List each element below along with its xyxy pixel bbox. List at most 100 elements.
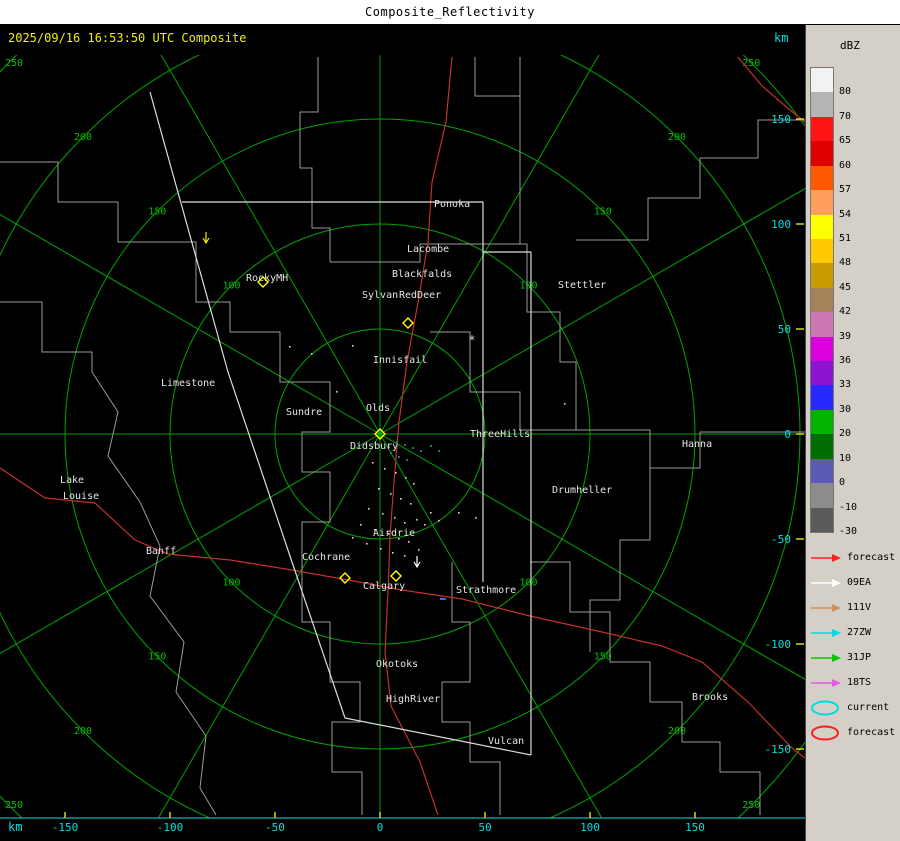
- dbz-band-42: [811, 287, 833, 313]
- echo-dot-20: [416, 519, 418, 521]
- echo-dim-dot-8: [430, 445, 432, 447]
- dbz-band--10: [811, 483, 833, 508]
- echo-dim-dot-5: [398, 456, 400, 458]
- dbz-band-label-60: 60: [839, 159, 852, 171]
- dbz-band-label-65: 65: [839, 135, 852, 147]
- boundary-line-10: [91, 371, 217, 816]
- ring-label-100: 100: [222, 577, 240, 588]
- arrow-head: [832, 578, 841, 587]
- dbz-band-57: [811, 165, 833, 191]
- ring-label-250: 250: [5, 58, 23, 69]
- km-unit-bottom-left: km: [8, 820, 22, 834]
- boundary-line-14: [530, 561, 761, 815]
- echo-dot-13: [390, 493, 392, 495]
- city-label-innisfail: Innisfail: [373, 355, 427, 366]
- ring-label-200: 200: [74, 132, 92, 143]
- echo-dim-dot-6: [406, 459, 408, 461]
- bottom-axis-label-100: 100: [580, 821, 600, 834]
- city-label-lake: Lake: [60, 475, 84, 486]
- ring-label-200: 200: [74, 726, 92, 737]
- ring-label-100: 100: [519, 281, 537, 292]
- legend-track-label: 31JP: [847, 652, 872, 663]
- ellipse-outline: [811, 700, 839, 715]
- legend-track-label: 09EA: [847, 577, 872, 588]
- track-arrow-icon: [811, 603, 841, 612]
- arrow-head: [832, 653, 841, 662]
- legend-ellipse-current: current: [809, 695, 900, 720]
- title-bar: Composite_Reflectivity: [0, 0, 900, 25]
- track-arrow-icon: [811, 578, 841, 587]
- dbz-band-label--10: -10: [839, 501, 858, 513]
- scale-unit-label: dBZ: [840, 39, 860, 52]
- azimuth-spoke-240: [0, 433, 381, 654]
- coverage-outline-0: [149, 91, 346, 719]
- echo-dim-dot-2: [412, 447, 414, 449]
- city-label-lacombe: Lacombe: [407, 244, 449, 255]
- echo-dot-27: [352, 537, 354, 539]
- timestamp-label: 2025/09/16 16:53:50 UTC Composite: [8, 31, 247, 45]
- city-label-louise: Louise: [63, 491, 99, 502]
- echo-dot-34: [438, 520, 440, 522]
- azimuth-spoke-30: [379, 55, 600, 435]
- dbz-band-0: [811, 458, 833, 484]
- ring-label-250: 250: [742, 58, 760, 69]
- echo-dot-10: [405, 477, 407, 479]
- city-label-stettler: Stettler: [558, 280, 606, 291]
- ring-label-100: 100: [222, 281, 240, 292]
- km-unit-top-right: km: [774, 31, 789, 45]
- echo-dot-4: [564, 403, 566, 405]
- bottom-axis-label--100: -100: [157, 821, 184, 834]
- ring-label-150: 150: [148, 206, 166, 217]
- city-label-brooks: Brooks: [692, 692, 728, 703]
- radar-site-marker-1: [402, 317, 414, 329]
- dbz-band-label-20: 20: [839, 428, 852, 440]
- dbz-band-label-48: 48: [839, 257, 852, 269]
- track-arrow-icon: [811, 628, 841, 637]
- dbz-band-48: [811, 238, 833, 264]
- ring-label-250: 250: [5, 800, 23, 811]
- echo-dot-19: [404, 522, 406, 524]
- city-label-airdrie: Airdrie: [373, 528, 415, 539]
- dbz-band-label-33: 33: [839, 379, 852, 391]
- echo-dot-7: [372, 462, 374, 464]
- legend-track-27zw: 27ZW: [809, 620, 900, 645]
- dbz-band-label-80: 80: [839, 86, 852, 98]
- dbz-band-label-70: 70: [839, 110, 852, 122]
- right-axis-label--50: -50: [771, 533, 791, 546]
- city-label-hanna: Hanna: [682, 439, 712, 450]
- ring-label-150: 150: [148, 652, 166, 663]
- echo-star-0: *: [468, 333, 475, 347]
- legend-track-18ts: 18TS: [809, 670, 900, 695]
- bottom-axis-label--150: -150: [52, 821, 79, 834]
- echo-dot-14: [400, 498, 402, 500]
- ring-label-150: 150: [594, 206, 612, 217]
- city-label-limestone: Limestone: [161, 378, 215, 389]
- arrow-head: [832, 628, 841, 637]
- dbz-band-60: [811, 141, 833, 166]
- city-label-threehills: ThreeHills: [470, 429, 530, 440]
- dbz-band--30: [811, 507, 833, 532]
- azimuth-spoke-210: [157, 433, 381, 818]
- right-axis-label--150: -150: [765, 743, 792, 756]
- echo-dot-0: [289, 346, 291, 348]
- dbz-band-80: [811, 68, 833, 93]
- echo-dot-17: [382, 513, 384, 515]
- arrow-head: [832, 603, 841, 612]
- legend-track-label: forecast: [847, 552, 896, 563]
- ring-label-150: 150: [594, 652, 612, 663]
- arrow-head: [832, 678, 841, 687]
- dbz-colorbar: [810, 67, 834, 533]
- dbz-band-label-54: 54: [839, 208, 852, 220]
- ellipse-outline: [811, 725, 839, 740]
- echo-dot-16: [368, 508, 370, 510]
- city-label-blackfalds: Blackfalds: [392, 269, 452, 280]
- dbz-band-20: [811, 409, 833, 435]
- radar-map-canvas: 100 100 100 100 150 150 150 150 200 200 200 200 250 2…: [0, 55, 805, 834]
- legend-track-label: 27ZW: [847, 627, 872, 638]
- echo-dim-dot-1: [404, 444, 406, 446]
- boundary-line-13: [441, 562, 501, 815]
- echo-dim-dot-9: [438, 450, 440, 452]
- echo-dot-31: [404, 555, 406, 557]
- dbz-band-label-51: 51: [839, 232, 852, 244]
- echo-dot-5: [475, 517, 477, 519]
